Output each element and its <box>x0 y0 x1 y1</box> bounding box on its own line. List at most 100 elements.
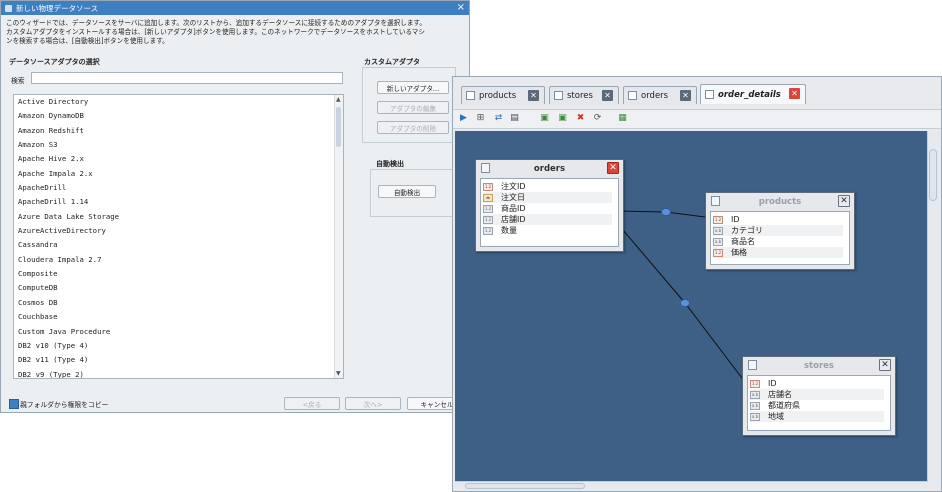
field-row[interactable]: a.b 都道府県 <box>750 400 884 411</box>
number-field-icon: 1.2 <box>483 204 493 213</box>
diagram-canvas[interactable]: orders ✕ 1.2 注文ID ▬ 注文日 1.2 商品ID 1.2 店舗ID 1.… <box>455 131 928 482</box>
table-icon <box>628 91 637 100</box>
adapter-list-item[interactable]: Cassandra <box>14 238 343 252</box>
field-name: 店舗ID <box>501 215 526 224</box>
close-icon[interactable]: ✕ <box>789 88 800 99</box>
number-field-icon: 1.2 <box>713 248 723 257</box>
next-button[interactable]: 次へ> <box>345 397 401 410</box>
close-icon[interactable]: ✕ <box>602 90 613 101</box>
delete-icon[interactable]: ✖ <box>575 113 586 124</box>
adapter-list-item[interactable]: Cosmos DB <box>14 296 343 310</box>
close-icon[interactable]: ✕ <box>607 162 619 174</box>
field-name: 地域 <box>768 412 784 421</box>
adapter-list-item[interactable]: Amazon DynamoDB <box>14 109 343 123</box>
table-icon <box>554 91 563 100</box>
adapter-list-item[interactable]: Amazon S3 <box>14 138 343 152</box>
adapter-list-item[interactable]: Composite <box>14 267 343 281</box>
table-icon <box>748 360 757 370</box>
join-link-icon[interactable] <box>680 299 690 307</box>
field-name: 商品ID <box>501 204 526 213</box>
canvas-vertical-scroll-thumb[interactable] <box>929 149 937 201</box>
edit-adapter-button[interactable]: アダプタの編集 <box>377 101 449 114</box>
join-line-orders-products[interactable] <box>616 210 706 218</box>
refresh-icon[interactable]: ⟳ <box>592 113 603 124</box>
table-stores[interactable]: stores ✕ 1.2 ID a.b 店舗名 a.b 都道府県 a.b 地域 <box>742 356 896 436</box>
field-row[interactable]: 1.2 店舗ID <box>483 214 612 225</box>
table-products[interactable]: products ✕ 1.2 ID a.b カテゴリ a.b 商品名 1.2 価格 <box>705 192 855 270</box>
adapter-list-item[interactable]: Custom Java Procedure <box>14 325 343 339</box>
tab-products[interactable]: products ✕ <box>461 86 545 104</box>
autodetect-section-title: 自動検出 <box>376 160 404 168</box>
scroll-up-icon[interactable]: ▲ <box>336 96 341 103</box>
field-row[interactable]: 1.2 注文ID <box>483 181 612 192</box>
adapter-list-item[interactable]: Apache Hive 2.x <box>14 152 343 166</box>
tab-stores[interactable]: stores ✕ <box>549 86 619 104</box>
adapter-list-item[interactable]: Active Directory <box>14 95 343 109</box>
scroll-down-icon[interactable]: ▼ <box>336 370 341 377</box>
add-table-icon[interactable]: ⊞ <box>475 113 486 124</box>
autodetect-button[interactable]: 自動検出 <box>378 185 436 198</box>
wizard-close-icon[interactable]: × <box>457 2 465 13</box>
field-name: 商品名 <box>731 237 755 246</box>
join-link-icon[interactable] <box>661 208 671 216</box>
adapter-list-item[interactable]: DB2 v11 (Type 4) <box>14 353 343 367</box>
table-orders[interactable]: orders ✕ 1.2 注文ID ▬ 注文日 1.2 商品ID 1.2 店舗ID 1.… <box>475 159 624 252</box>
key-field-icon: 1.2 <box>750 379 760 388</box>
adapter-list-item[interactable]: Cloudera Impala 2.7 <box>14 253 343 267</box>
table-icon <box>705 90 714 99</box>
canvas-vertical-scrollbar[interactable] <box>927 131 939 482</box>
field-row[interactable]: ▬ 注文日 <box>483 192 612 203</box>
field-row[interactable]: 1.2 商品ID <box>483 203 612 214</box>
canvas-horizontal-scrollbar[interactable] <box>455 481 928 491</box>
wizard-description: このウィザードでは、データソースをサーバに追加します。次のリストから、追加するデ… <box>6 19 466 46</box>
field-row[interactable]: 1.2 ID <box>750 378 884 389</box>
wizard-description-line: ンを検索する場合は、[自動検出]ボタンを使用します。 <box>6 37 169 45</box>
import-icon[interactable]: ▣ <box>539 113 550 124</box>
table-header[interactable]: stores ✕ <box>743 357 895 374</box>
properties-icon[interactable]: ▦ <box>617 113 628 124</box>
adapter-list-item[interactable]: AzureActiveDirectory <box>14 224 343 238</box>
adapter-list-item[interactable]: ComputeDB <box>14 281 343 295</box>
adapter-list-item[interactable]: DB2 v10 (Type 4) <box>14 339 343 353</box>
adapter-list-item[interactable]: Apache Impala 2.x <box>14 167 343 181</box>
table-icon <box>711 196 720 206</box>
field-row[interactable]: a.b 商品名 <box>713 236 843 247</box>
field-row[interactable]: 1.2 数量 <box>483 225 612 236</box>
table-header[interactable]: orders ✕ <box>476 160 623 177</box>
close-icon[interactable]: ✕ <box>838 195 850 207</box>
date-field-icon: ▬ <box>483 193 493 202</box>
field-row[interactable]: 1.2 ID <box>713 214 843 225</box>
close-icon[interactable]: ✕ <box>879 359 891 371</box>
copy-privileges-checkbox[interactable] <box>9 399 19 409</box>
adapter-list-item[interactable]: ApacheDrill 1.14 <box>14 195 343 209</box>
tab-orders[interactable]: orders ✕ <box>623 86 697 104</box>
search-input[interactable] <box>31 72 343 84</box>
layout-icon[interactable]: ▤ <box>509 113 520 124</box>
adapter-list-item[interactable]: Azure Data Lake Storage <box>14 210 343 224</box>
close-icon[interactable]: ✕ <box>680 90 691 101</box>
adapter-list-item[interactable]: Couchbase <box>14 310 343 324</box>
adapter-list-item[interactable]: DB2 v9 (Type 2) <box>14 368 343 378</box>
adapter-list-item[interactable]: Amazon Redshift <box>14 124 343 138</box>
close-icon[interactable]: ✕ <box>528 90 539 101</box>
field-row[interactable]: a.b カテゴリ <box>713 225 843 236</box>
wizard-description-line: このウィザードでは、データソースをサーバに追加します。次のリストから、追加するデ… <box>6 19 426 27</box>
field-row[interactable]: a.b 店舗名 <box>750 389 884 400</box>
adapter-list-scrollbar[interactable]: ▲ ▼ <box>334 95 343 378</box>
adapter-list-item[interactable]: ApacheDrill <box>14 181 343 195</box>
new-adapter-button[interactable]: 新しいアダプタ... <box>377 81 449 94</box>
text-field-icon: a.b <box>713 226 723 235</box>
field-row[interactable]: 1.2 価格 <box>713 247 843 258</box>
table-header[interactable]: products ✕ <box>706 193 854 210</box>
back-button[interactable]: <戻る <box>284 397 340 410</box>
adapter-list-scroll-thumb[interactable] <box>336 107 341 147</box>
key-field-icon: 1.2 <box>483 182 493 191</box>
adapter-list[interactable]: Active Directory Amazon DynamoDB Amazon Re… <box>13 94 344 379</box>
export-icon[interactable]: ▣ <box>557 113 568 124</box>
run-icon[interactable]: ▶ <box>458 113 469 124</box>
delete-adapter-button[interactable]: アダプタの削除 <box>377 121 449 134</box>
add-join-icon[interactable]: ⇄ <box>493 113 504 124</box>
tab-order-details[interactable]: order_details ✕ <box>700 84 806 104</box>
field-row[interactable]: a.b 地域 <box>750 411 884 422</box>
canvas-horizontal-scroll-thumb[interactable] <box>465 483 585 489</box>
